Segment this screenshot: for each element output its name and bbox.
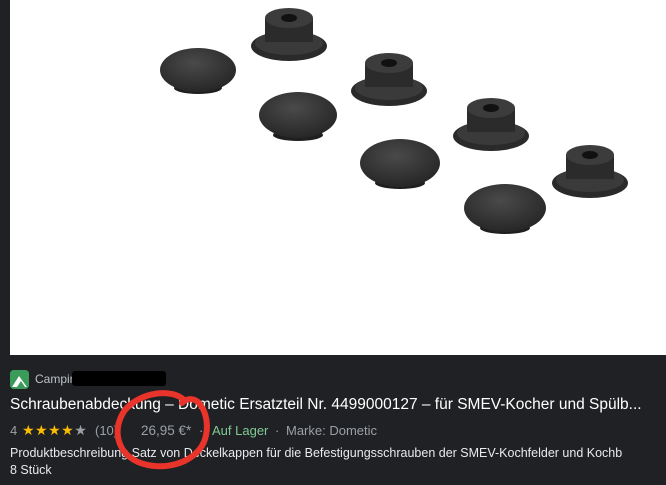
product-price: 26,95 €* [141, 423, 192, 438]
store-favicon-icon [10, 370, 29, 389]
dome-cap [464, 184, 546, 234]
filled-stars: ★★★★ [22, 422, 75, 438]
source-row[interactable]: Camping Wagner [10, 369, 666, 389]
separator: · [275, 423, 280, 438]
rating-stars-icon: ★★★★★ [22, 422, 87, 439]
screw-caps-photo [160, 8, 628, 234]
dome-cap [259, 92, 337, 141]
gear-cap [453, 98, 529, 151]
dome-cap [160, 48, 236, 94]
brand: Marke: Dometic [286, 423, 378, 438]
gear-cap [552, 145, 628, 198]
gear-cap [351, 53, 427, 106]
gear-cap [251, 8, 327, 61]
left-rail [0, 0, 10, 355]
rating-value: 4 [10, 423, 18, 438]
product-image[interactable] [10, 0, 666, 355]
separator: · [199, 423, 204, 438]
redaction-bar [72, 371, 166, 386]
product-description: Produktbeschreibung Satz von Deckelkappe… [10, 445, 666, 479]
dome-cap [360, 139, 440, 189]
rating-count[interactable]: (10) [95, 423, 118, 438]
description-line: 8 Stück [10, 463, 52, 477]
product-meta: 4 ★★★★★ (10) 26,95 €* · Auf Lager · Mark… [10, 422, 666, 441]
product-title[interactable]: Schraubenabdeckung – Dometic Ersatzteil … [10, 396, 662, 414]
empty-star: ★ [74, 422, 88, 438]
stock-status: Auf Lager [212, 423, 269, 438]
description-line: Produktbeschreibung Satz von Deckelkappe… [10, 446, 623, 460]
shopping-result-card[interactable]: Camping Wagner Schraubenabdeckung – Dome… [0, 0, 666, 485]
